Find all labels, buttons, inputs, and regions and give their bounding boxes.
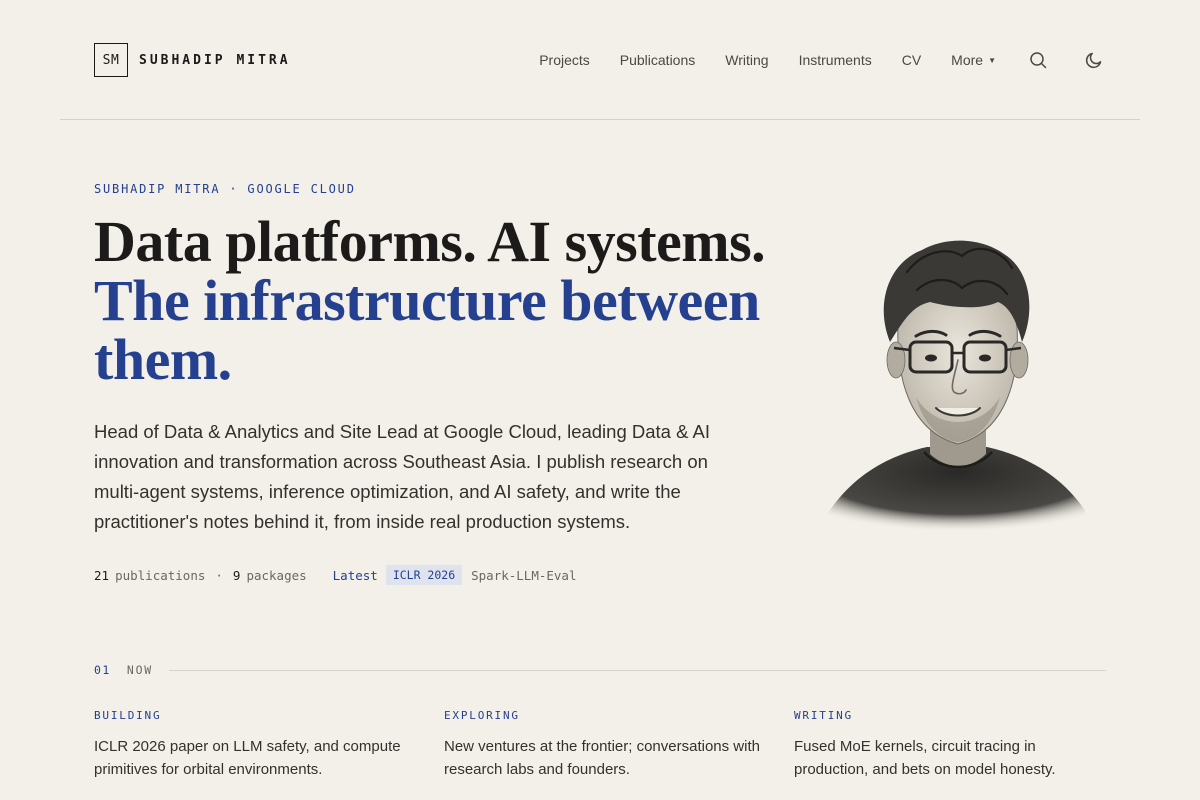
nav-item-cv[interactable]: CV [902, 52, 921, 68]
column-label: EXPLORING [444, 709, 520, 722]
main-nav: Projects Publications Writing Instrument… [539, 44, 1140, 76]
hero-lede: Head of Data & Analytics and Site Lead a… [94, 421, 711, 532]
portrait-illustration [817, 240, 1097, 532]
nav-item-writing[interactable]: Writing [725, 52, 768, 68]
search-button[interactable] [1022, 44, 1054, 76]
headline-line-2: The infrastructure between them. [94, 268, 760, 392]
now-column-exploring: EXPLORING New ventures at the frontier; … [444, 709, 764, 781]
publications-label: publications [115, 567, 206, 583]
stats-separator: · [215, 567, 223, 583]
section-divider [169, 669, 1106, 671]
home-logo-link[interactable]: SM SUBHADIP MITRA [94, 43, 291, 77]
now-column-writing: WRITING Fused MoE kernels, circuit traci… [794, 709, 1114, 781]
nav-more-dropdown[interactable]: More ▼ [951, 52, 996, 68]
nav-item-instruments[interactable]: Instruments [799, 52, 872, 68]
site-header: SM SUBHADIP MITRA Projects Publications … [60, 0, 1140, 120]
publications-count: 21 [94, 567, 110, 583]
packages-label: packages [246, 567, 307, 583]
moon-icon [1085, 52, 1102, 69]
hero-kicker: SUBHADIP MITRA · GOOGLE CLOUD [94, 182, 356, 196]
logo-monogram: SM [94, 43, 128, 77]
hero-headline: Data platforms. AI systems. The infrastr… [94, 212, 774, 389]
latest-venue-badge: ICLR 2026 [385, 565, 463, 585]
section-label: NOW [126, 663, 154, 677]
latest-publication-link[interactable]: Spark-LLM-Eval [471, 568, 576, 583]
theme-toggle-button[interactable] [1078, 44, 1110, 76]
nav-item-publications[interactable]: Publications [620, 52, 696, 68]
packages-count: 9 [232, 567, 241, 583]
column-label: WRITING [794, 709, 853, 722]
hero-stats: 21 publications · 9 packages Latest ICLR… [94, 565, 576, 585]
now-section-header: 01 NOW [94, 662, 1106, 678]
caret-down-icon: ▼ [988, 56, 996, 65]
nav-more-label: More [951, 52, 984, 68]
latest-label: Latest [332, 567, 378, 583]
headline-line-1: Data platforms. AI systems. [94, 209, 766, 274]
search-icon [1030, 52, 1047, 69]
site-name: SUBHADIP MITRA [139, 52, 291, 68]
column-text: Fused MoE kernels, circuit tracing in pr… [794, 738, 1056, 778]
now-column-building: BUILDING ICLR 2026 paper on LLM safety, … [94, 709, 414, 781]
section-number: 01 [94, 663, 111, 677]
column-label: BUILDING [94, 709, 162, 722]
column-text: New ventures at the frontier; conversati… [444, 738, 760, 778]
column-text: ICLR 2026 paper on LLM safety, and compu… [94, 738, 401, 778]
nav-item-projects[interactable]: Projects [539, 52, 590, 68]
